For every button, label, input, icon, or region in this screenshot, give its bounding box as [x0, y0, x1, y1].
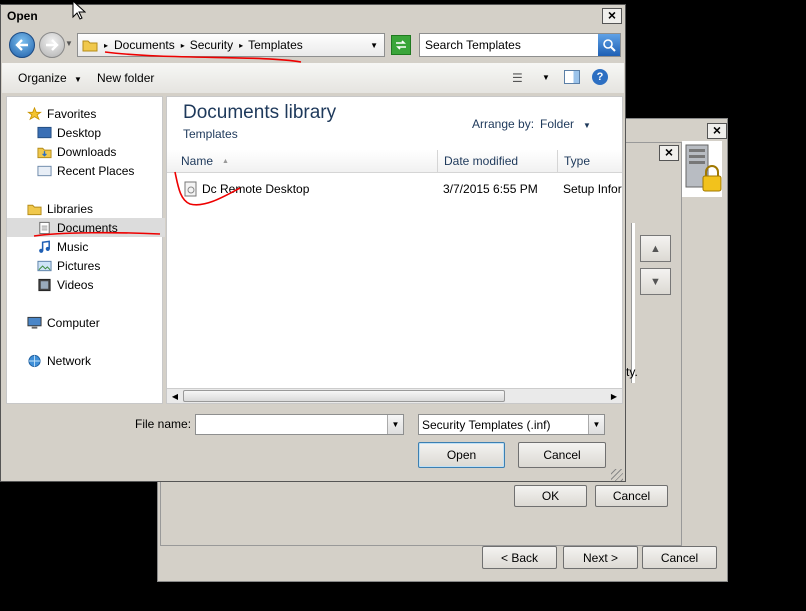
mouse-cursor-icon: [72, 0, 86, 20]
red-annotation-strokes: [33, 51, 302, 237]
